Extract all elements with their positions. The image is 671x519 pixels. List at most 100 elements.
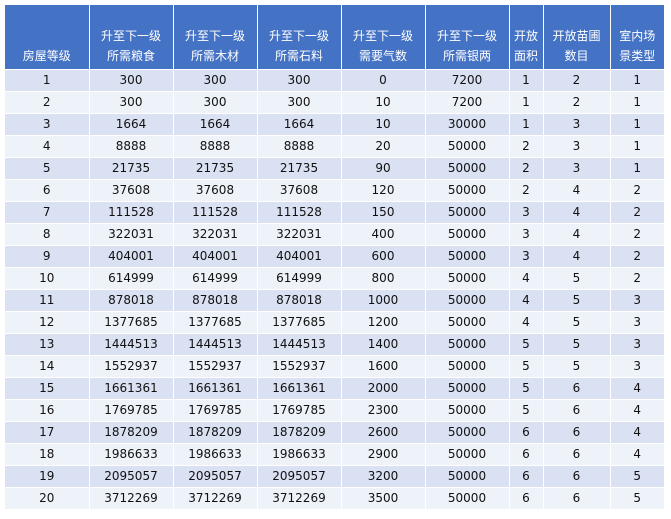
column-header-line: 房屋等级 bbox=[22, 49, 71, 63]
table-cell: 3500 bbox=[341, 487, 426, 509]
table-cell: 5 bbox=[543, 355, 611, 378]
table-cell: 50000 bbox=[425, 289, 510, 312]
column-header-line: 所需粮食 bbox=[106, 49, 155, 63]
table-cell: 4 bbox=[610, 377, 664, 400]
table-cell: 50000 bbox=[425, 487, 510, 509]
table-row: 11 878018 878018 878018 1000 50000 4 5 3 bbox=[5, 289, 664, 312]
table-cell: 878018 bbox=[173, 289, 258, 312]
column-header-9: 室内场 景类型 bbox=[610, 5, 664, 70]
column-header-line: 所需石料 bbox=[274, 49, 323, 63]
table-cell: 4 bbox=[543, 179, 611, 202]
table-cell: 15 bbox=[5, 377, 90, 400]
table-cell: 322031 bbox=[173, 223, 258, 246]
table-cell: 5 bbox=[543, 289, 611, 312]
table-row: 16 1769785 1769785 1769785 2300 50000 5 6 4 bbox=[5, 399, 664, 422]
table-cell: 1661361 bbox=[89, 377, 174, 400]
table-cell: 322031 bbox=[257, 223, 342, 246]
table-cell: 4 bbox=[543, 201, 611, 224]
table-cell: 5 bbox=[610, 487, 664, 509]
table-cell: 1878209 bbox=[257, 421, 342, 444]
table-row: 12 1377685 1377685 1377685 1200 50000 4 5 3 bbox=[5, 311, 664, 334]
table-cell: 10 bbox=[341, 91, 426, 114]
table-cell: 11 bbox=[5, 289, 90, 312]
column-header-line: 升至下一级 bbox=[268, 29, 329, 43]
table-cell: 6 bbox=[543, 465, 611, 488]
table-cell: 5 bbox=[610, 465, 664, 488]
table-cell: 21735 bbox=[173, 157, 258, 180]
table-cell: 37608 bbox=[173, 179, 258, 202]
table-row: 13 1444513 1444513 1444513 1400 50000 5 5 3 bbox=[5, 333, 664, 356]
table-cell: 6 bbox=[509, 487, 544, 509]
table-cell: 5 bbox=[509, 399, 544, 422]
table-cell: 1 bbox=[5, 69, 90, 92]
table-cell: 50000 bbox=[425, 421, 510, 444]
table-cell: 3 bbox=[509, 223, 544, 246]
column-header-line: 升至下一级 bbox=[100, 29, 161, 43]
table-cell: 111528 bbox=[257, 201, 342, 224]
table-cell: 4 bbox=[5, 135, 90, 158]
column-header-line: 开放 bbox=[513, 29, 538, 43]
column-header-label: 升至下一级 所需木材 bbox=[174, 26, 257, 69]
table-cell: 50000 bbox=[425, 135, 510, 158]
column-header-line: 所需银两 bbox=[442, 49, 491, 63]
table-cell: 50000 bbox=[425, 333, 510, 356]
table-cell: 21735 bbox=[89, 157, 174, 180]
table-cell: 50000 bbox=[425, 157, 510, 180]
column-header-label: 升至下一级 需要气数 bbox=[342, 26, 425, 69]
column-header-1: 房屋等级 bbox=[5, 5, 90, 70]
table-cell: 300 bbox=[89, 91, 174, 114]
table-cell: 878018 bbox=[257, 289, 342, 312]
table-cell: 1600 bbox=[341, 355, 426, 378]
column-header-line: 所需木材 bbox=[190, 49, 239, 63]
column-header-label: 室内场 景类型 bbox=[611, 26, 665, 69]
table-cell: 1 bbox=[509, 91, 544, 114]
table-cell: 1 bbox=[610, 157, 664, 180]
table-cell: 404001 bbox=[173, 245, 258, 268]
table-cell: 37608 bbox=[257, 179, 342, 202]
column-header-5: 升至下一级 需要气数 bbox=[341, 5, 426, 70]
table-row: 2 300 300 300 10 7200 1 2 1 bbox=[5, 91, 664, 114]
table-cell: 6 bbox=[543, 421, 611, 444]
column-header-label: 房屋等级 bbox=[5, 46, 89, 69]
table-cell: 2000 bbox=[341, 377, 426, 400]
table-cell: 1377685 bbox=[173, 311, 258, 334]
table-cell: 6 bbox=[543, 487, 611, 509]
table-cell: 1 bbox=[509, 113, 544, 136]
table-row: 20 3712269 3712269 3712269 3500 50000 6 6 5 bbox=[5, 487, 664, 509]
table-cell: 50000 bbox=[425, 267, 510, 290]
table-cell: 1 bbox=[610, 135, 664, 158]
table-cell: 614999 bbox=[257, 267, 342, 290]
table-cell: 2 bbox=[610, 267, 664, 290]
table-row: 1 300 300 300 0 7200 1 2 1 bbox=[5, 69, 664, 92]
table-body: 1 300 300 300 0 7200 1 2 1 2 300 300 300 10 7200 1 2 1 3 16… bbox=[5, 69, 664, 509]
column-header-4: 升至下一级 所需石料 bbox=[257, 5, 342, 70]
table-cell: 6 bbox=[509, 443, 544, 466]
table-cell: 7 bbox=[5, 201, 90, 224]
table-cell: 50000 bbox=[425, 245, 510, 268]
table-row: 19 2095057 2095057 2095057 3200 50000 6 6 5 bbox=[5, 465, 664, 488]
table-cell: 7200 bbox=[425, 91, 510, 114]
table-cell: 300 bbox=[173, 91, 258, 114]
table-cell: 2 bbox=[509, 179, 544, 202]
column-header-label: 开放苗圃 数目 bbox=[544, 26, 610, 69]
table-cell: 3 bbox=[610, 355, 664, 378]
table-cell: 21735 bbox=[257, 157, 342, 180]
table-cell: 4 bbox=[610, 421, 664, 444]
table-cell: 1444513 bbox=[173, 333, 258, 356]
table-cell: 2095057 bbox=[89, 465, 174, 488]
table-cell: 1377685 bbox=[257, 311, 342, 334]
table-cell: 3 bbox=[509, 201, 544, 224]
table-cell: 6 bbox=[5, 179, 90, 202]
table-cell: 16 bbox=[5, 399, 90, 422]
table-cell: 6 bbox=[543, 443, 611, 466]
table-cell: 5 bbox=[509, 377, 544, 400]
table-cell: 90 bbox=[341, 157, 426, 180]
table-wrapper: 房屋等级 升至下一级 所需粮食 升至下一级 所需木材 升至下一级 所需石料 升至下一级 需要气数… bbox=[5, 5, 664, 509]
table-cell: 1769785 bbox=[173, 399, 258, 422]
table-cell: 3 bbox=[509, 245, 544, 268]
table-cell: 1 bbox=[610, 69, 664, 92]
table-cell: 1444513 bbox=[257, 333, 342, 356]
column-header-6: 升至下一级 所需银两 bbox=[425, 5, 510, 70]
table-cell: 50000 bbox=[425, 355, 510, 378]
table-cell: 50000 bbox=[425, 399, 510, 422]
